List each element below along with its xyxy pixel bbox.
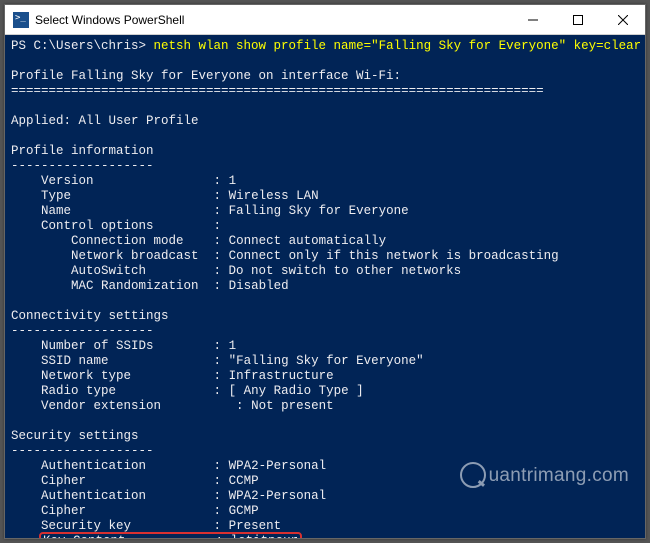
section-heading-connectivity: Connectivity settings — [11, 309, 169, 323]
minimize-button[interactable] — [510, 5, 555, 34]
row-type: Type : Wireless LAN — [41, 189, 319, 203]
divider: ========================================… — [11, 84, 544, 98]
window-title: Select Windows PowerShell — [35, 13, 510, 27]
row-ssids: Number of SSIDs : 1 — [41, 339, 236, 353]
row-version: Version : 1 — [41, 174, 236, 188]
applied-row: Applied: All User Profile — [11, 114, 199, 128]
row-auth2: Authentication : WPA2-Personal — [41, 489, 326, 503]
row-name: Name : Falling Sky for Everyone — [41, 204, 409, 218]
section-heading-security: Security settings — [11, 429, 139, 443]
row-control: Control options : — [41, 219, 221, 233]
console-output[interactable]: PS C:\Users\chris> netsh wlan show profi… — [5, 35, 645, 538]
row-mac-rand: MAC Randomization : Disabled — [71, 279, 289, 293]
maximize-button[interactable] — [555, 5, 600, 34]
row-autoswitch: AutoSwitch : Do not switch to other netw… — [71, 264, 461, 278]
watermark-q-icon — [460, 462, 486, 488]
row-ssid-name: SSID name : "Falling Sky for Everyone" — [41, 354, 424, 368]
close-button[interactable] — [600, 5, 645, 34]
section-heading-profile: Profile information — [11, 144, 154, 158]
prompt-prefix: PS C:\Users\chris> — [11, 39, 154, 53]
row-vendor-ext: Vendor extension : Not present — [41, 399, 334, 413]
titlebar: Select Windows PowerShell — [5, 5, 645, 35]
row-broadcast: Network broadcast : Connect only if this… — [71, 249, 559, 263]
window-frame: Select Windows PowerShell PS C:\Users\ch… — [4, 4, 646, 539]
prompt-command: netsh wlan show profile name="Falling Sk… — [154, 39, 642, 53]
watermark: uantrimang.com — [460, 462, 629, 488]
row-network-type: Network type : Infrastructure — [41, 369, 334, 383]
row-security-key: Security key : Present — [41, 519, 281, 533]
row-key-content: Key Content : letitpour — [39, 532, 302, 538]
row-connection-mode: Connection mode : Connect automatically — [71, 234, 386, 248]
row-radio-type: Radio type : [ Any Radio Type ] — [41, 384, 364, 398]
powershell-icon — [13, 12, 29, 28]
profile-header: Profile Falling Sky for Everyone on inte… — [11, 69, 401, 83]
row-auth1: Authentication : WPA2-Personal — [41, 459, 326, 473]
row-cipher2: Cipher : GCMP — [41, 504, 259, 518]
row-cipher1: Cipher : CCMP — [41, 474, 259, 488]
watermark-text: uantrimang.com — [489, 468, 629, 483]
